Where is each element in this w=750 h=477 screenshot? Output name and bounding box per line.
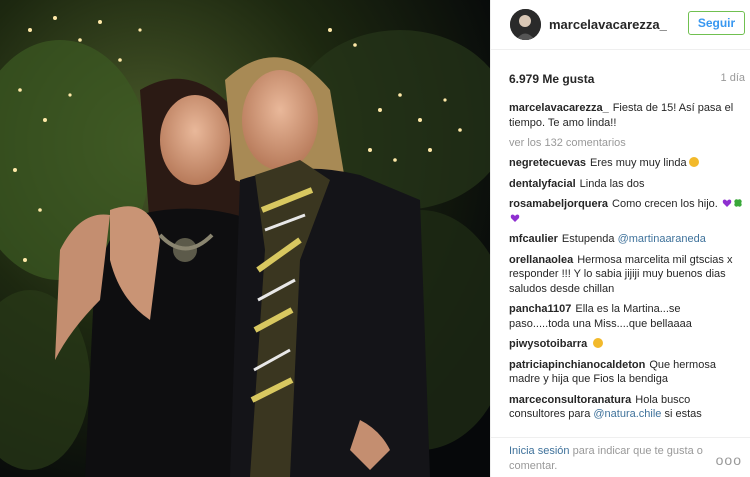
username-link[interactable]: marcelavacarezza_	[549, 17, 667, 32]
comment-text: Linda las dos	[579, 177, 645, 190]
list-item: negretecuevas Eres muy muy linda	[509, 156, 743, 171]
follow-button[interactable]: Seguir	[688, 11, 745, 35]
caption-username[interactable]: marcelavacarezza_	[509, 102, 609, 114]
mention-link[interactable]: @natura.chile	[593, 408, 661, 420]
list-item: piwysotoibarra	[509, 337, 743, 352]
list-item: pancha1107 Ella es la Martina...se paso..…	[509, 302, 743, 331]
comment-username[interactable]: patriciapinchianocaldeton	[509, 359, 645, 371]
mention-link[interactable]: @martinaaraneda	[618, 233, 706, 245]
surprised-emoji-icon	[688, 157, 699, 167]
comment-username[interactable]: orellanaolea	[509, 254, 573, 266]
comment-username[interactable]: rosamabeljorquera	[509, 198, 608, 210]
likes-count[interactable]: 6.979 Me gusta	[509, 72, 594, 86]
comment-username[interactable]: piwysotoibarra	[509, 338, 587, 350]
view-all-comments-link[interactable]: ver los 132 comentarios	[509, 136, 743, 150]
post-age[interactable]: 1 día	[721, 72, 745, 84]
login-link[interactable]: Inicia sesión	[509, 445, 570, 457]
comment-username[interactable]: negretecuevas	[509, 157, 586, 169]
photo-image	[0, 0, 490, 477]
comment-text-after: si estas	[664, 408, 702, 420]
list-item: dentalyfacial Linda las dos	[509, 177, 743, 192]
list-item: mfcaulier Estupenda @martinaaraneda	[509, 232, 743, 247]
purple-heart-icon	[510, 213, 520, 223]
list-item: patriciapinchianocaldeton Que hermosa mad…	[509, 358, 743, 387]
more-options-icon[interactable]: ooo	[716, 452, 742, 468]
comment-text: Eres muy muy linda	[590, 157, 687, 169]
avatar[interactable]	[510, 9, 541, 40]
likes-row: 6.979 Me gusta 1 día	[509, 72, 745, 90]
post-header: marcelavacarezza_ Seguir	[491, 0, 750, 50]
comment-text: Como crecen los hijo.	[612, 198, 718, 210]
post-photo[interactable]	[0, 0, 490, 477]
comment-username[interactable]: dentalyfacial	[509, 178, 576, 190]
purple-heart-icon	[722, 198, 732, 208]
list-item: marceconsultoranatura Hola busco consulto…	[509, 393, 743, 422]
login-prompt: Inicia sesión para indicar que te gusta …	[509, 444, 719, 474]
comments-list: marcelavacarezza_ Fiesta de 15! Así pasa …	[509, 101, 743, 428]
caption: marcelavacarezza_ Fiesta de 15! Así pasa …	[509, 101, 743, 130]
divider	[491, 437, 750, 438]
grimace-emoji-icon	[593, 338, 604, 348]
post-details-panel: marcelavacarezza_ Seguir 6.979 Me gusta …	[490, 0, 750, 477]
comment-text: Estupenda	[561, 233, 615, 245]
clover-icon	[733, 198, 743, 208]
list-item: rosamabeljorquera Como crecen los hijo.	[509, 197, 743, 226]
list-item: orellanaolea Hermosa marcelita mil gtscia…	[509, 253, 743, 297]
comment-username[interactable]: marceconsultoranatura	[509, 394, 631, 406]
post-view: marcelavacarezza_ Seguir 6.979 Me gusta …	[0, 0, 750, 477]
comment-username[interactable]: pancha1107	[509, 303, 571, 315]
comment-username[interactable]: mfcaulier	[509, 233, 558, 245]
avatar-image	[510, 9, 541, 40]
